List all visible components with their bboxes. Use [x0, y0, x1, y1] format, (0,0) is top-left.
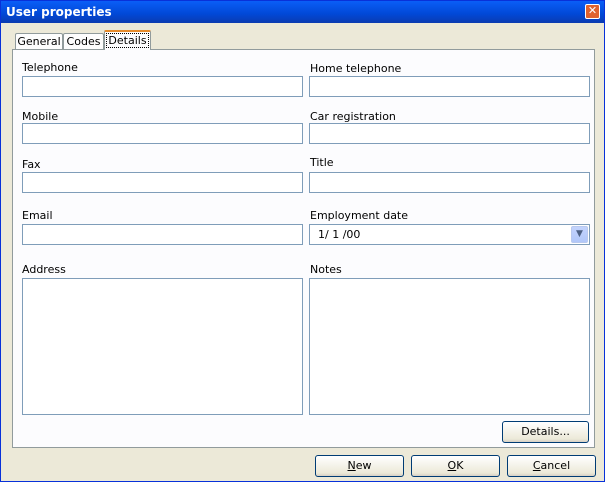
mobile-label: Mobile [22, 110, 59, 123]
window-title: User properties [6, 5, 112, 19]
notes-textarea[interactable] [309, 278, 590, 415]
fax-label: Fax [22, 158, 41, 171]
home-telephone-label: Home telephone [310, 62, 402, 75]
mobile-field[interactable] [22, 123, 303, 144]
address-textarea[interactable] [22, 278, 303, 415]
title-label: Title [310, 156, 334, 169]
telephone-label: Telephone [22, 61, 78, 74]
close-button[interactable]: ✕ [585, 4, 600, 19]
details-button-label: Details... [521, 425, 570, 438]
ok-button[interactable]: OK [411, 455, 500, 477]
address-label: Address [22, 263, 66, 276]
employment-date-picker[interactable]: 1/ 1 /00 ▼ [309, 224, 590, 245]
cancel-button-mnemonic: C [532, 459, 541, 472]
tab-codes[interactable]: Codes [63, 33, 104, 50]
close-icon: ✕ [587, 4, 598, 17]
new-button-mnemonic: N [347, 459, 356, 472]
email-field[interactable] [22, 224, 303, 245]
tab-details[interactable]: Details [104, 30, 151, 50]
employment-date-dropdown-button[interactable]: ▼ [571, 226, 588, 243]
user-properties-dialog: User properties ✕ General Codes Details … [0, 0, 605, 482]
chevron-down-icon: ▼ [576, 229, 583, 239]
cancel-button-label: ancel [540, 459, 571, 472]
title-bar[interactable]: User properties ✕ [1, 1, 604, 23]
ok-button-label: K [456, 459, 464, 472]
telephone-field[interactable] [22, 76, 303, 97]
details-button[interactable]: Details... [502, 421, 589, 443]
employment-date-label: Employment date [310, 209, 409, 222]
email-label: Email [22, 209, 53, 222]
employment-date-value: 1/ 1 /00 [318, 228, 361, 241]
car-registration-field[interactable] [309, 123, 590, 144]
title-field[interactable] [309, 172, 590, 193]
cancel-button[interactable]: Cancel [507, 455, 596, 477]
details-panel: Telephone Mobile Fax Email Address Home … [12, 49, 595, 448]
tab-details-label: Details [106, 33, 149, 48]
new-button[interactable]: New [315, 455, 404, 477]
fax-field[interactable] [22, 172, 303, 193]
notes-label: Notes [310, 263, 342, 276]
tab-general[interactable]: General [15, 33, 63, 50]
home-telephone-field[interactable] [309, 76, 590, 97]
new-button-label: ew [355, 459, 372, 472]
ok-button-mnemonic: O [447, 459, 457, 472]
car-registration-label: Car registration [310, 110, 396, 123]
